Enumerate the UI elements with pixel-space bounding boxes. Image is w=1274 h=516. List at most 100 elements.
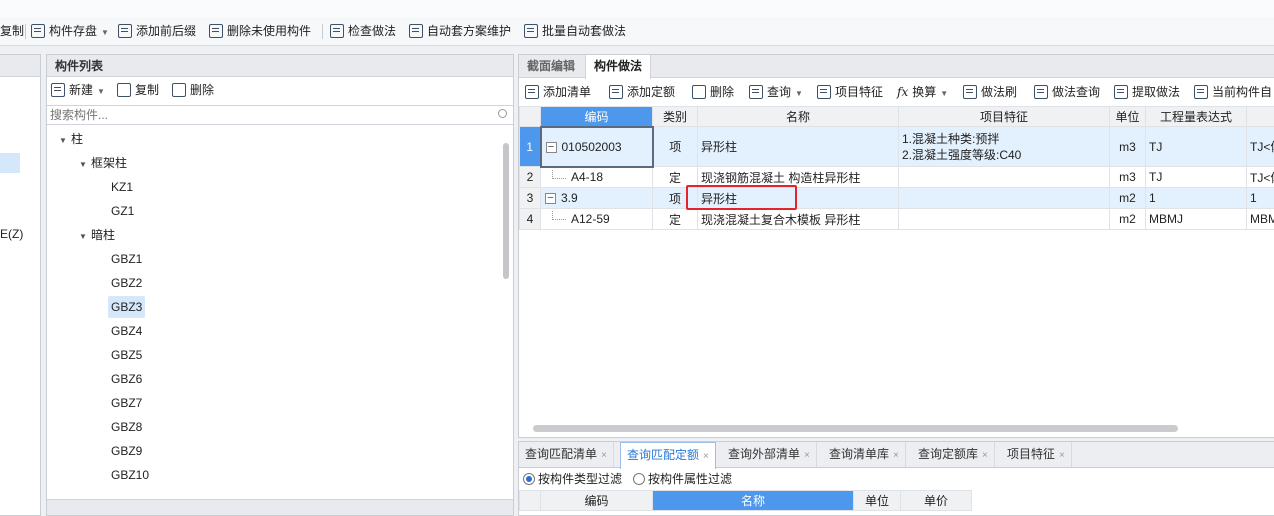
tab-bill-library[interactable]: 查询清单库 × xyxy=(823,442,906,467)
query-button[interactable]: 查询 ▼ xyxy=(749,80,803,104)
expression-cell[interactable]: TJ xyxy=(1145,126,1247,167)
extra-cell[interactable]: TJ<体 xyxy=(1246,126,1274,167)
name-cell[interactable]: 现浇混凝土复合木模板 异形柱 xyxy=(697,208,899,230)
code-cell[interactable]: −3.9 xyxy=(540,187,653,209)
expression-cell[interactable]: 1 xyxy=(1145,187,1247,209)
vertical-scrollbar[interactable] xyxy=(503,143,509,279)
horizontal-scrollbar[interactable] xyxy=(533,425,1178,432)
tab-quota-library[interactable]: 查询定额库 × xyxy=(912,442,995,467)
tree-item[interactable]: GBZ8 xyxy=(111,416,142,438)
feature-cell[interactable] xyxy=(898,166,1110,188)
tree-item[interactable]: GBZ5 xyxy=(111,344,142,366)
tree-item[interactable]: GZ1 xyxy=(111,200,134,222)
tree-item[interactable]: GBZ9 xyxy=(111,440,142,462)
tree-item[interactable]: GBZ6 xyxy=(111,368,142,390)
filter-by-type[interactable]: 按构件类型过滤 xyxy=(523,469,622,489)
filter-by-attribute[interactable]: 按构件属性过滤 xyxy=(633,469,732,489)
tree-item[interactable]: GBZ7 xyxy=(111,392,142,414)
column-header-name[interactable]: 名称 xyxy=(697,106,899,127)
tab-item-feature[interactable]: 项目特征 × xyxy=(1001,442,1072,467)
extra-cell[interactable]: 1 xyxy=(1246,187,1274,209)
expression-cell[interactable]: TJ xyxy=(1145,166,1247,188)
feature-cell[interactable]: 1.混凝土种类:预拌 2.混凝土强度等级:C40 xyxy=(898,126,1110,167)
tree-node-group2[interactable]: ▼ 暗柱 xyxy=(79,224,115,246)
table-row[interactable]: 1 −010502003 项 异形柱 1.混凝土种类:预拌 2.混凝土强度等级:C… xyxy=(519,125,1274,168)
extra-cell[interactable]: MBM xyxy=(1246,208,1274,230)
chevron-down-icon[interactable]: ▼ xyxy=(940,89,948,98)
column-header-expression[interactable]: 工程量表达式 xyxy=(1145,106,1247,127)
code-cell[interactable]: A12-59 xyxy=(540,208,653,230)
extra-cell[interactable]: TJ<体 xyxy=(1246,166,1274,188)
row-number[interactable]: 1 xyxy=(519,126,541,167)
table-row[interactable]: 4 A12-59 定 现浇混凝土复合木模板 异形柱 m2 MBMJ MBM xyxy=(519,208,1274,230)
tab-component-method[interactable]: 构件做法 xyxy=(585,55,652,79)
type-cell[interactable]: 项 xyxy=(652,126,698,167)
expression-cell[interactable]: MBMJ xyxy=(1145,208,1247,230)
caret-down-icon[interactable]: ▼ xyxy=(59,130,71,152)
table-row[interactable]: 3 −3.9 项 异形柱 m2 1 1 xyxy=(519,187,1274,209)
method-brush-button[interactable]: 做法刷 xyxy=(963,80,1017,104)
tree-item[interactable]: GBZ1 xyxy=(111,248,142,270)
left-nav-item[interactable]: E(Z) xyxy=(0,227,23,241)
extract-method-button[interactable]: 提取做法 xyxy=(1114,80,1180,104)
table-row[interactable]: 2 A4-18 定 现浇钢筋混凝土 构造柱异形柱 m3 TJ TJ<体 xyxy=(519,166,1274,188)
column-header-price[interactable]: 单价 xyxy=(900,490,972,511)
row-number[interactable]: 3 xyxy=(519,187,541,209)
left-nav-selected[interactable] xyxy=(0,153,20,173)
column-header-type[interactable]: 类别 xyxy=(652,106,698,127)
close-icon[interactable]: × xyxy=(804,450,810,461)
type-cell[interactable]: 定 xyxy=(652,208,698,230)
tab-section-edit[interactable]: 截面编辑 xyxy=(519,55,583,78)
chevron-down-icon[interactable]: ▼ xyxy=(101,28,109,37)
row-number[interactable]: 4 xyxy=(519,208,541,230)
close-icon[interactable]: × xyxy=(1059,450,1065,461)
tree-item[interactable]: GBZ4 xyxy=(111,320,142,342)
collapse-icon[interactable]: − xyxy=(545,141,557,153)
unit-cell[interactable]: m3 xyxy=(1109,126,1146,167)
copy-button[interactable]: 复制 xyxy=(0,17,24,46)
new-button[interactable]: 新建 ▼ xyxy=(51,78,105,102)
radio-unchecked-icon[interactable] xyxy=(633,472,645,485)
column-header-extra[interactable] xyxy=(1246,106,1274,127)
tree-item[interactable]: GBZ2 xyxy=(111,272,142,294)
code-cell[interactable]: A4-18 xyxy=(540,166,653,188)
name-cell[interactable]: 异形柱 xyxy=(697,126,899,167)
delete-component-button[interactable]: 删除 xyxy=(172,78,214,102)
close-icon[interactable]: × xyxy=(893,450,899,461)
column-header-code[interactable]: 编码 xyxy=(540,106,653,127)
delete-unused-button[interactable]: 删除未使用构件 xyxy=(209,17,311,46)
check-method-button[interactable]: 检查做法 xyxy=(330,17,396,46)
batch-auto-method-button[interactable]: 批量自动套做法 xyxy=(524,17,626,46)
method-query-button[interactable]: 做法查询 xyxy=(1034,80,1100,104)
tab-match-bill[interactable]: 查询匹配清单 × xyxy=(519,442,614,467)
convert-button[interactable]: fx 换算 ▼ xyxy=(897,80,948,104)
row-number[interactable]: 2 xyxy=(519,166,541,188)
search-box[interactable] xyxy=(47,105,513,125)
feature-cell[interactable] xyxy=(898,208,1110,230)
tab-external-bill[interactable]: 查询外部清单 × xyxy=(722,442,817,467)
column-header-unit[interactable]: 单位 xyxy=(853,490,901,511)
tree-item[interactable]: GBZ10 xyxy=(111,464,149,486)
tree-node-group1[interactable]: ▼ 框架柱 xyxy=(79,152,127,174)
add-bill-button[interactable]: 添加清单 xyxy=(525,80,591,104)
add-quota-button[interactable]: 添加定额 xyxy=(609,80,675,104)
delete-row-button[interactable]: 删除 xyxy=(692,80,734,104)
unit-cell[interactable]: m2 xyxy=(1109,187,1146,209)
feature-cell[interactable] xyxy=(898,187,1110,209)
auto-scheme-button[interactable]: 自动套方案维护 xyxy=(409,17,511,46)
chevron-down-icon[interactable]: ▼ xyxy=(795,89,803,98)
tree-node-root[interactable]: ▼ 柱 xyxy=(59,128,83,150)
copy-component-button[interactable]: 复制 xyxy=(117,78,159,102)
add-prefix-suffix-button[interactable]: 添加前后缀 xyxy=(118,17,196,46)
tab-match-quota[interactable]: 查询匹配定额 × xyxy=(620,442,716,469)
unit-cell[interactable]: m2 xyxy=(1109,208,1146,230)
column-header-feature[interactable]: 项目特征 xyxy=(898,106,1110,127)
tree-item[interactable]: KZ1 xyxy=(111,176,133,198)
unit-cell[interactable]: m3 xyxy=(1109,166,1146,188)
save-component-button[interactable]: 构件存盘 ▼ xyxy=(31,17,109,46)
current-component-button[interactable]: 当前构件自 xyxy=(1194,80,1272,104)
caret-down-icon[interactable]: ▼ xyxy=(79,226,91,248)
column-header-name[interactable]: 名称 xyxy=(652,490,854,511)
close-icon[interactable]: × xyxy=(982,450,988,461)
caret-down-icon[interactable]: ▼ xyxy=(79,154,91,176)
